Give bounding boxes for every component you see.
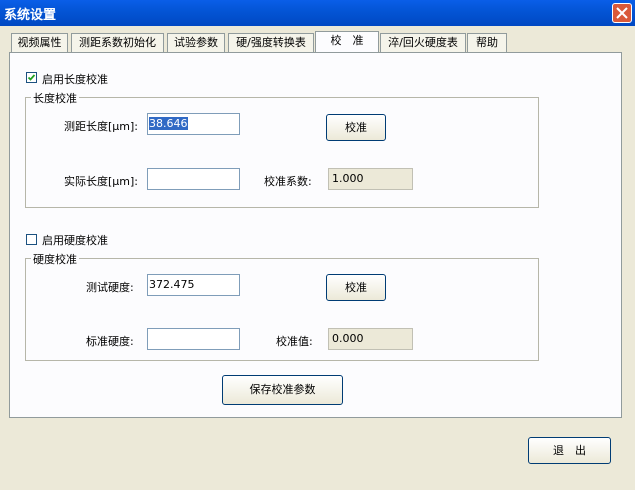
tab-video-properties[interactable]: 视频属性 <box>11 33 68 52</box>
length-calibrate-button-label: 校准 <box>345 121 367 134</box>
close-button[interactable] <box>612 3 632 23</box>
tab-help[interactable]: 帮助 <box>467 33 507 52</box>
calibration-coef-field: 1.000 <box>328 168 413 190</box>
exit-button[interactable]: 退 出 <box>528 437 611 464</box>
actual-length-label: 实际长度[μm]: <box>64 175 139 188</box>
tab-label: 视频属性 <box>17 36 62 49</box>
measured-length-label: 测距长度[μm]: <box>64 120 139 133</box>
tab-label: 测距系数初始化 <box>79 36 156 49</box>
hardness-calibrate-button-label: 校准 <box>345 281 367 294</box>
window-title: 系统设置 <box>4 8 57 23</box>
tab-distance-coef-init[interactable]: 测距系数初始化 <box>71 33 164 52</box>
tab-quench-temper-table[interactable]: 淬/回火硬度表 <box>380 33 466 52</box>
measured-length-value: 38.646 <box>149 117 188 130</box>
save-calibration-button[interactable]: 保存校准参数 <box>222 375 343 405</box>
tab-calibration[interactable]: 校 准 <box>315 31 379 53</box>
tab-label: 硬/强度转换表 <box>236 36 306 49</box>
calibration-coef-label: 校准系数: <box>264 175 312 188</box>
length-calibration-group <box>25 97 539 208</box>
standard-hardness-input[interactable] <box>147 328 240 350</box>
enable-hardness-checkbox[interactable] <box>26 234 37 245</box>
tab-label: 试验参数 <box>174 36 218 49</box>
tab-label: 帮助 <box>476 36 498 49</box>
tab-hardness-conversion[interactable]: 硬/强度转换表 <box>228 33 314 52</box>
standard-hardness-label: 标准硬度: <box>86 335 134 348</box>
close-icon <box>616 7 628 19</box>
checkmark-icon <box>27 74 36 81</box>
hardness-calibrate-button[interactable]: 校准 <box>326 274 386 301</box>
calibration-coef-value: 1.000 <box>332 172 364 185</box>
test-hardness-input[interactable]: 372.475 <box>147 274 240 296</box>
calibration-value-field: 0.000 <box>328 328 413 350</box>
tab-test-params[interactable]: 试验参数 <box>167 33 225 52</box>
length-calibrate-button[interactable]: 校准 <box>326 114 386 141</box>
tab-label: 校 准 <box>330 34 364 47</box>
test-hardness-label: 测试硬度: <box>86 281 134 294</box>
enable-length-label: 启用长度校准 <box>42 73 108 86</box>
calibration-value-label: 校准值: <box>276 335 313 348</box>
actual-length-input[interactable] <box>147 168 240 190</box>
save-calibration-button-label: 保存校准参数 <box>249 383 316 396</box>
title-bar: 系统设置 <box>0 0 635 26</box>
measured-length-input[interactable]: 38.646 <box>147 113 240 135</box>
calibration-value-value: 0.000 <box>332 332 364 345</box>
enable-length-checkbox[interactable] <box>26 72 37 83</box>
tab-label: 淬/回火硬度表 <box>388 36 458 49</box>
exit-button-label: 退 出 <box>553 444 586 457</box>
hardness-group-label: 硬度校准 <box>31 251 79 267</box>
enable-hardness-label: 启用硬度校准 <box>42 234 108 247</box>
test-hardness-value: 372.475 <box>149 278 195 291</box>
length-group-label: 长度校准 <box>31 90 79 106</box>
